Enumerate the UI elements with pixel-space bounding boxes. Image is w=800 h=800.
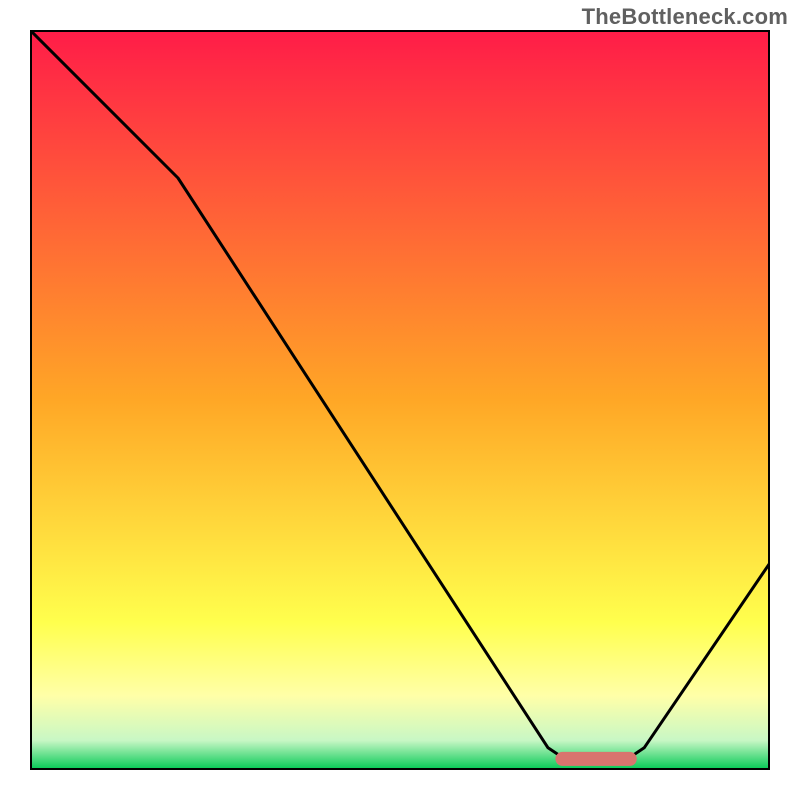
bottleneck-chart [30, 30, 770, 770]
chart-container: TheBottleneck.com [0, 0, 800, 800]
plot-area [30, 30, 770, 770]
watermark-text: TheBottleneck.com [582, 4, 788, 30]
